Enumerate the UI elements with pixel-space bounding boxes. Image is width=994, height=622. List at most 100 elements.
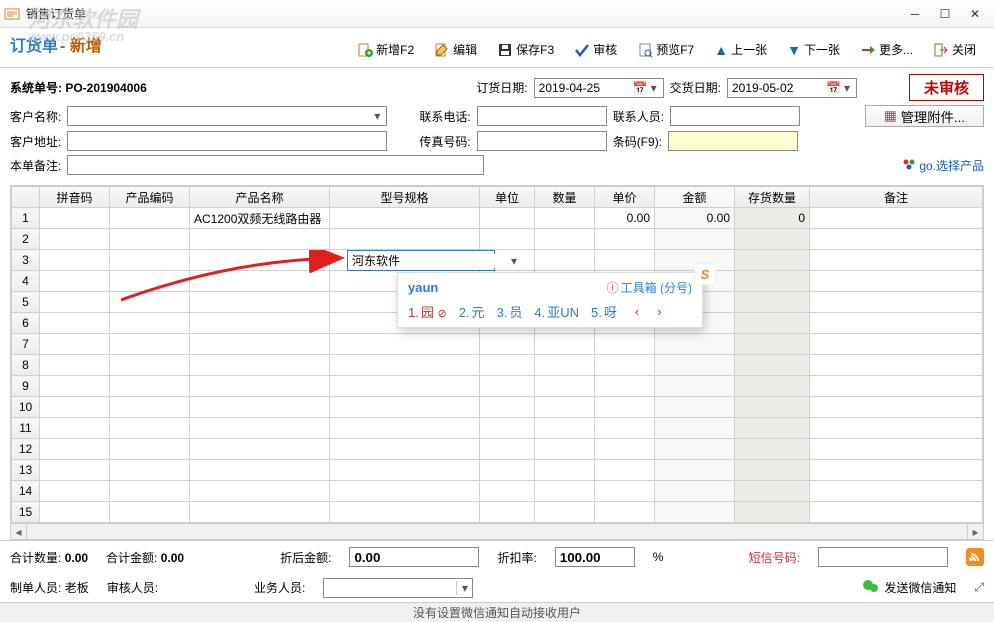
ime-pinyin: yaun xyxy=(408,280,438,295)
calendar-icon: ▦ xyxy=(884,108,897,124)
auditor: 审核人员: xyxy=(107,579,158,596)
manage-attach-button[interactable]: ▦管理附件... xyxy=(865,105,984,127)
scroll-left-icon[interactable]: ◂ xyxy=(11,524,27,540)
col-amount[interactable]: 金额 xyxy=(655,187,735,208)
cust-name-field[interactable]: ▾ xyxy=(67,106,387,126)
sogou-icon: S xyxy=(694,263,716,285)
order-date-field[interactable]: 2019-04-25📅▾ xyxy=(534,78,664,98)
table-row[interactable]: 15 xyxy=(12,502,983,523)
ime-cand-5[interactable]: 5.呀 xyxy=(591,302,617,321)
expand-icon[interactable]: ⤢ xyxy=(974,580,984,595)
biz-label: 业务人员: xyxy=(254,579,305,596)
chevron-down-icon[interactable]: ▾ xyxy=(840,81,854,95)
grid-header: 拼音码 产品编码 产品名称 型号规格 单位 数量 单价 金额 存货数量 备注 xyxy=(12,187,983,208)
pct-label: % xyxy=(653,550,664,564)
maker: 制单人员: 老板 xyxy=(10,579,89,596)
footer-personnel: 制单人员: 老板 审核人员: 业务人员: ▾ 发送微信通知 ⤢ xyxy=(0,573,994,602)
col-spec[interactable]: 型号规格 xyxy=(330,187,480,208)
col-code[interactable]: 产品编码 xyxy=(110,187,190,208)
ime-popup: S yaun ⓘ工具箱 (分号) 1.园 ⊘ 2.元 3.员 4.亚UN 5.呀… xyxy=(397,272,703,328)
disc-amt-field[interactable] xyxy=(349,547,479,567)
status-badge: 未审核 xyxy=(909,74,984,101)
chevron-down-icon[interactable]: ▾ xyxy=(370,109,384,123)
fax-label: 传真号码: xyxy=(419,133,470,150)
phone-label: 联系电话: xyxy=(419,108,470,125)
phone-field[interactable] xyxy=(477,106,607,126)
fax-field[interactable] xyxy=(477,131,607,151)
calendar-icon: 📅 xyxy=(633,81,647,95)
spec-input[interactable] xyxy=(348,254,511,268)
sysno-label: 系统单号: PO-201904006 xyxy=(10,79,147,96)
col-remark[interactable]: 备注 xyxy=(810,187,983,208)
delivery-date-label: 交货日期: xyxy=(670,79,721,96)
col-name[interactable]: 产品名称 xyxy=(190,187,330,208)
ime-candidates: 1.园 ⊘ 2.元 3.员 4.亚UN 5.呀 ‹ › xyxy=(398,300,702,323)
scroll-right-icon[interactable]: ▸ xyxy=(967,524,983,540)
dots-icon xyxy=(902,157,916,174)
total-amt: 合计金额: 0.00 xyxy=(106,549,184,566)
ime-toolbox[interactable]: ⓘ工具箱 (分号) xyxy=(607,279,692,296)
col-qty[interactable]: 数量 xyxy=(535,187,595,208)
ime-cand-2[interactable]: 2.元 xyxy=(459,302,485,321)
table-row[interactable]: 11 xyxy=(12,418,983,439)
table-row[interactable]: 7 xyxy=(12,334,983,355)
rss-icon[interactable] xyxy=(966,548,984,566)
remark-label: 本单备注: xyxy=(10,157,61,174)
biz-field[interactable]: ▾ xyxy=(323,578,473,598)
ime-cand-4[interactable]: 4.亚UN xyxy=(534,302,579,321)
go-products-link[interactable]: go.选择产品 xyxy=(902,157,984,174)
ime-prev[interactable]: ‹ xyxy=(635,304,639,319)
cell-editor[interactable]: ▾ xyxy=(347,250,495,271)
ime-cand-3[interactable]: 3.员 xyxy=(497,302,523,321)
remark-field[interactable] xyxy=(67,155,483,175)
contact-label: 联系人员: xyxy=(613,108,664,125)
sms-label: 短信号码: xyxy=(749,549,800,566)
calendar-icon: 📅 xyxy=(826,81,840,95)
delivery-date-field[interactable]: 2019-05-02📅▾ xyxy=(727,78,857,98)
table-row[interactable]: 2 xyxy=(12,229,983,250)
table-row[interactable]: 12 xyxy=(12,439,983,460)
barcode-field[interactable] xyxy=(668,131,798,151)
footer-summary: 合计数量: 0.00 合计金额: 0.00 折后金额: 折扣率: % 短信号码: xyxy=(0,540,994,573)
order-date-label: 订货日期: xyxy=(476,79,527,96)
grid: 拼音码 产品编码 产品名称 型号规格 单位 数量 单价 金额 存货数量 备注 1… xyxy=(10,185,984,540)
cust-addr-label: 客户地址: xyxy=(10,133,61,150)
ime-next[interactable]: › xyxy=(657,304,661,319)
table-row[interactable]: 1AC1200双频无线路由器0.000.000 xyxy=(12,208,983,229)
maximize-button[interactable]: ☐ xyxy=(930,0,960,28)
page-title: 订货单 - 新增 xyxy=(10,32,984,56)
wechat-button[interactable]: 发送微信通知 xyxy=(862,577,956,598)
col-pinyin[interactable]: 拼音码 xyxy=(40,187,110,208)
cust-addr-field[interactable] xyxy=(67,131,387,151)
table-row[interactable]: 14 xyxy=(12,481,983,502)
close-window-button[interactable]: ✕ xyxy=(960,0,990,28)
disc-amt-label: 折后金额: xyxy=(280,549,331,566)
ime-cand-1[interactable]: 1.园 ⊘ xyxy=(408,302,447,321)
disc-rate-label: 折扣率: xyxy=(497,549,536,566)
col-unit[interactable]: 单位 xyxy=(480,187,535,208)
window-title: 销售订货单 xyxy=(26,5,900,22)
titlebar: 销售订货单 ─ ☐ ✕ xyxy=(0,0,994,28)
chevron-down-icon[interactable]: ▾ xyxy=(511,254,517,268)
table-row[interactable]: 13 xyxy=(12,460,983,481)
table-row[interactable]: 9 xyxy=(12,376,983,397)
wechat-icon xyxy=(862,577,880,598)
barcode-label: 条码(F9): xyxy=(613,133,662,150)
hscrollbar[interactable]: ◂ ▸ xyxy=(11,523,983,539)
chevron-down-icon[interactable]: ▾ xyxy=(647,81,661,95)
statusbar: 没有设置微信通知自动接收用户 xyxy=(0,602,994,622)
table-row[interactable]: 8 xyxy=(12,355,983,376)
total-qty: 合计数量: 0.00 xyxy=(10,549,88,566)
col-price[interactable]: 单价 xyxy=(595,187,655,208)
contact-field[interactable] xyxy=(670,106,800,126)
disc-rate-field[interactable] xyxy=(555,547,635,567)
col-stock[interactable]: 存货数量 xyxy=(735,187,810,208)
cust-name-label: 客户名称: xyxy=(10,108,61,125)
minimize-button[interactable]: ─ xyxy=(900,0,930,28)
app-icon xyxy=(4,6,20,22)
chevron-down-icon[interactable]: ▾ xyxy=(456,581,472,595)
form-area: 系统单号: PO-201904006 订货日期: 2019-04-25📅▾ 交货… xyxy=(0,68,994,183)
table-row[interactable]: 10 xyxy=(12,397,983,418)
page-header: 订货单 - 新增 xyxy=(0,28,994,56)
sms-field[interactable] xyxy=(818,547,948,567)
